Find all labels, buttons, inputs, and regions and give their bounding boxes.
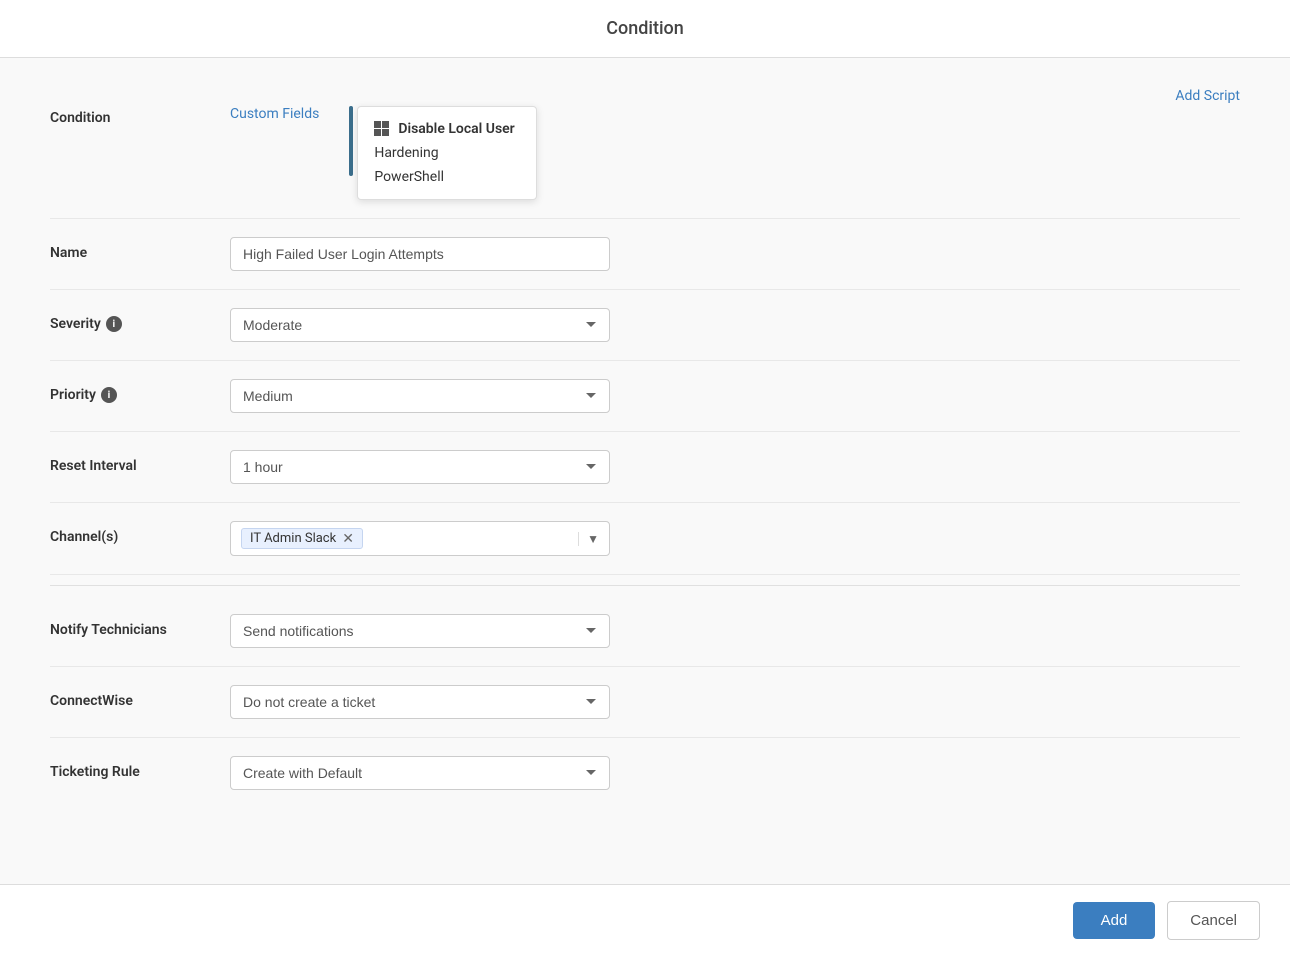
channels-tags-area: IT Admin Slack ✕: [241, 528, 574, 549]
reset-interval-control-wrap: 15 minutes 30 minutes 1 hour 2 hours 4 h…: [230, 450, 610, 484]
severity-control-wrap: Low Moderate High Critical: [230, 308, 610, 342]
priority-row: Priority i Low Medium High: [50, 361, 1240, 432]
reset-interval-row: Reset Interval 15 minutes 30 minutes 1 h…: [50, 432, 1240, 503]
add-button[interactable]: Add: [1073, 902, 1156, 939]
channels-tag-select[interactable]: IT Admin Slack ✕ ▼: [230, 521, 610, 556]
severity-info-icon[interactable]: i: [106, 316, 122, 332]
custom-fields-link[interactable]: Custom Fields: [230, 106, 319, 122]
modal-header: Condition: [0, 0, 1290, 58]
windows-icon: [374, 121, 390, 137]
notify-label: Notify Technicians: [50, 614, 230, 638]
name-control-wrap: [230, 237, 610, 271]
channel-tag: IT Admin Slack ✕: [241, 528, 363, 549]
script-item-3[interactable]: PowerShell: [374, 165, 520, 189]
name-label: Name: [50, 237, 230, 261]
ticketing-rule-control-wrap: Create with Default Use Existing Rule: [230, 756, 610, 790]
condition-field-label: Condition: [50, 106, 230, 126]
cancel-button[interactable]: Cancel: [1167, 901, 1260, 940]
script-item-1[interactable]: Disable Local User: [374, 117, 520, 141]
add-script-link[interactable]: Add Script: [1175, 88, 1240, 104]
priority-control-wrap: Low Medium High: [230, 379, 610, 413]
ticketing-rule-label: Ticketing Rule: [50, 756, 230, 780]
script-dropdown: Disable Local User Hardening PowerShell: [357, 106, 537, 200]
script-popover: Disable Local User Hardening PowerShell: [349, 106, 537, 200]
condition-row: Condition Custom Fields: [50, 88, 1240, 219]
priority-info-icon[interactable]: i: [101, 387, 117, 403]
notify-control-wrap: Send notifications Do not send notificat…: [230, 614, 610, 648]
modal-body: Add Script Condition Custom Fields: [0, 58, 1290, 884]
notify-select[interactable]: Send notifications Do not send notificat…: [230, 614, 610, 648]
name-row: Name: [50, 219, 1240, 290]
connectwise-control-wrap: Do not create a ticket Create a ticket: [230, 685, 610, 719]
severity-select[interactable]: Low Moderate High Critical: [230, 308, 610, 342]
severity-row: Severity i Low Moderate High Critical: [50, 290, 1240, 361]
priority-label: Priority i: [50, 379, 230, 403]
modal-title: Condition: [0, 18, 1290, 39]
remove-channel-tag[interactable]: ✕: [342, 532, 354, 546]
modal-footer: Add Cancel: [0, 884, 1290, 956]
name-input[interactable]: [230, 237, 610, 271]
priority-select[interactable]: Low Medium High: [230, 379, 610, 413]
connectwise-label: ConnectWise: [50, 685, 230, 709]
connectwise-row: ConnectWise Do not create a ticket Creat…: [50, 667, 1240, 738]
ticketing-rule-row: Ticketing Rule Create with Default Use E…: [50, 738, 1240, 808]
reset-interval-select[interactable]: 15 minutes 30 minutes 1 hour 2 hours 4 h…: [230, 450, 610, 484]
channels-control-wrap: IT Admin Slack ✕ ▼: [230, 521, 610, 556]
channels-dropdown-arrow[interactable]: ▼: [578, 532, 599, 546]
reset-interval-label: Reset Interval: [50, 450, 230, 474]
ticketing-rule-select[interactable]: Create with Default Use Existing Rule: [230, 756, 610, 790]
connectwise-select[interactable]: Do not create a ticket Create a ticket: [230, 685, 610, 719]
severity-label: Severity i: [50, 308, 230, 332]
section-separator: [50, 585, 1240, 586]
condition-content: Custom Fields Disabl: [230, 106, 537, 200]
script-item-2[interactable]: Hardening: [374, 141, 520, 165]
popover-left-bar: [349, 106, 353, 176]
channels-row: Channel(s) IT Admin Slack ✕ ▼: [50, 503, 1240, 575]
channels-label: Channel(s): [50, 521, 230, 545]
notify-row: Notify Technicians Send notifications Do…: [50, 596, 1240, 667]
